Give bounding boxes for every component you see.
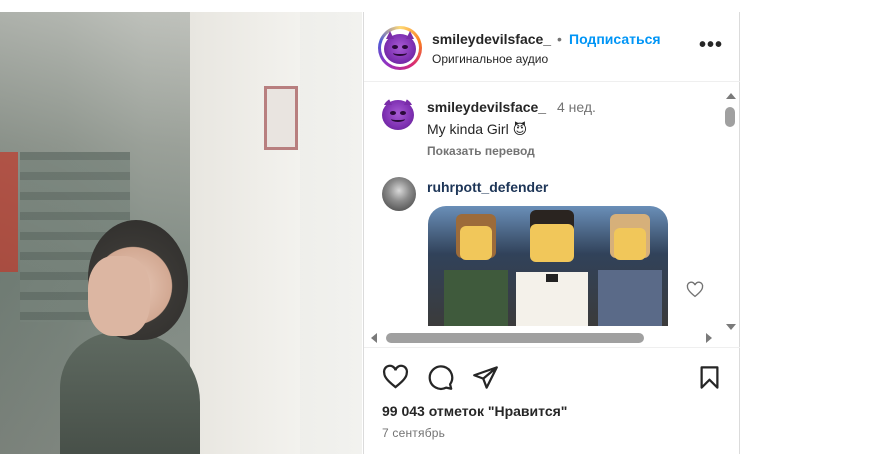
send-icon[interactable] bbox=[472, 364, 499, 391]
scroll-down-arrow[interactable] bbox=[726, 324, 736, 330]
vertical-scrollbar-thumb[interactable] bbox=[725, 107, 735, 127]
comment-avatar[interactable] bbox=[381, 97, 415, 131]
lego-figure bbox=[516, 210, 588, 326]
comment-icon[interactable] bbox=[427, 364, 454, 391]
comment-avatar[interactable] bbox=[382, 177, 416, 211]
heart-icon[interactable] bbox=[382, 364, 409, 391]
lego-figure bbox=[444, 214, 508, 326]
lego-figure bbox=[598, 214, 662, 326]
video-pillar bbox=[190, 12, 300, 454]
scroll-up-arrow[interactable] bbox=[726, 93, 736, 99]
scroll-right-arrow[interactable] bbox=[706, 333, 712, 343]
comment-username[interactable]: smileydevilsface_ bbox=[427, 99, 546, 115]
post-panel: smileydevilsface_ • Подписаться Оригинал… bbox=[363, 12, 740, 454]
post-header: smileydevilsface_ • Подписаться Оригинал… bbox=[364, 12, 740, 82]
video-wall-frame bbox=[264, 86, 298, 150]
likes-count[interactable]: 99 043 отметок "Нравится" bbox=[382, 403, 567, 419]
comments-list[interactable]: smileydevilsface_ 4 нед. My kinda Girl 😈… bbox=[364, 83, 740, 346]
devil-avatar-icon bbox=[382, 97, 414, 130]
video-person-face bbox=[88, 256, 150, 336]
scroll-left-arrow[interactable] bbox=[371, 333, 377, 343]
separator-dot: • bbox=[557, 31, 562, 47]
post-video[interactable] bbox=[0, 12, 362, 454]
follow-button[interactable]: Подписаться bbox=[569, 31, 661, 47]
comment-username[interactable]: ruhrpott_defender bbox=[427, 179, 548, 195]
post-actions: 99 043 отметок "Нравится" 7 сентябрь bbox=[364, 347, 740, 454]
more-icon[interactable]: ••• bbox=[699, 34, 723, 57]
horizontal-scrollbar-thumb[interactable] bbox=[386, 333, 644, 343]
bookmark-icon[interactable] bbox=[696, 364, 723, 391]
author-avatar[interactable] bbox=[378, 26, 422, 70]
video-red-object bbox=[0, 152, 18, 272]
comment-text: My kinda Girl 😈 bbox=[427, 121, 528, 137]
original-audio-link[interactable]: Оригинальное аудио bbox=[432, 52, 548, 66]
author-username[interactable]: smileydevilsface_ bbox=[432, 31, 551, 47]
comment-like-icon[interactable] bbox=[686, 281, 704, 299]
devil-avatar-icon bbox=[384, 31, 416, 64]
comment-time[interactable]: 4 нед. bbox=[557, 99, 596, 115]
comment-gif[interactable] bbox=[428, 206, 668, 326]
show-translation-button[interactable]: Показать перевод bbox=[427, 144, 535, 158]
post-date[interactable]: 7 сентябрь bbox=[382, 426, 445, 440]
